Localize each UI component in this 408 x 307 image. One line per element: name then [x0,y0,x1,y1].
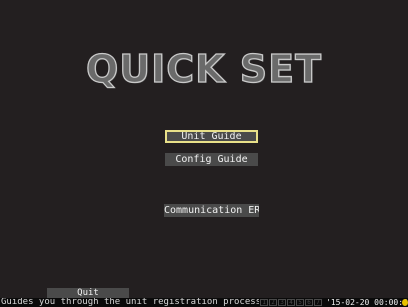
communication-err-button[interactable]: Communication ERR. [164,204,259,217]
unit-indicator-3: 3 [278,299,286,306]
unit-indicator-6: 6 [305,299,313,306]
unit-indicator-4: 4 [287,299,295,306]
unit-indicator-5: 5 [296,299,304,306]
status-bar: Guides you through the unit registration… [0,298,408,307]
datetime-display: '15-02-20 00:00:00 [326,298,408,307]
unit-indicator-1: 1 [260,299,268,306]
quick-set-screen: QUICK SET Unit Guide Config Guide Commun… [0,0,408,307]
unit-indicator-2: 2 [269,299,277,306]
unit-indicator-7: 7 [314,299,322,306]
config-guide-button[interactable]: Config Guide [165,153,258,166]
page-title: QUICK SET [85,46,323,91]
status-indicator-icon [402,299,408,306]
unit-guide-button[interactable]: Unit Guide [165,130,258,143]
help-text: Guides you through the unit registration… [1,298,259,307]
unit-indicators: 1 2 3 4 5 6 7 [260,299,322,306]
